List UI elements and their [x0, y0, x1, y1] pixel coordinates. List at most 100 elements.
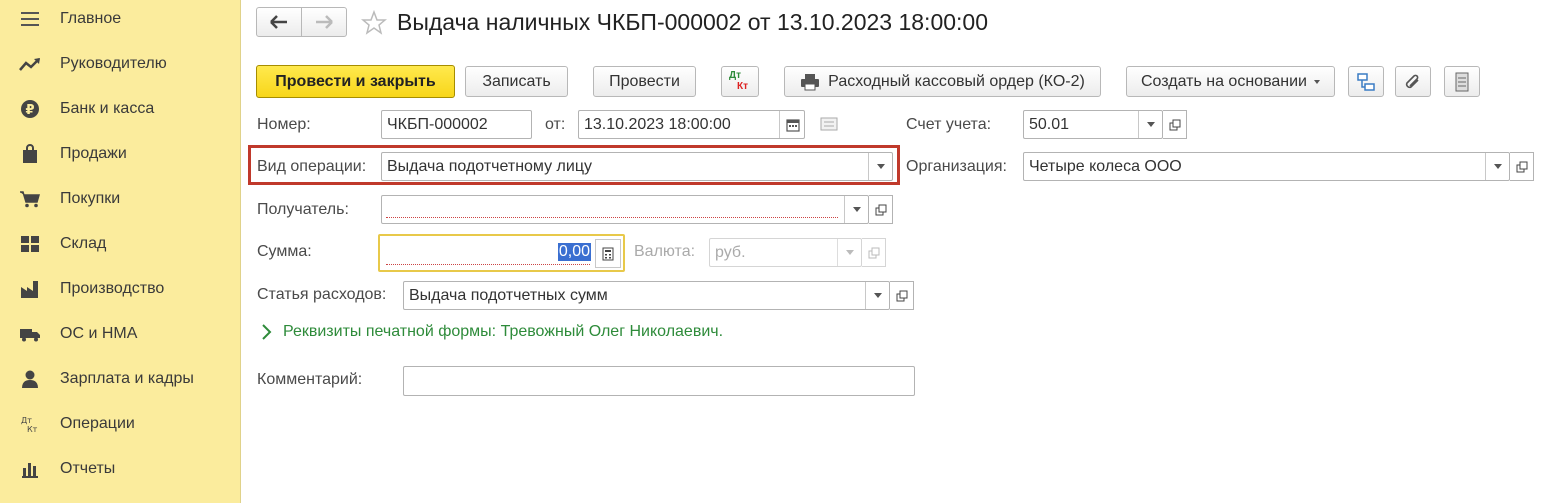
ruble-coin-icon: ₽ — [18, 98, 42, 120]
sidebar-item-salary[interactable]: Зарплата и кадры — [0, 364, 240, 394]
create-based-on-button[interactable]: Создать на основании — [1126, 66, 1335, 97]
shopping-bag-icon — [18, 143, 42, 165]
dropdown-arrow-icon — [846, 250, 854, 255]
currency-label: Валюта: — [634, 243, 696, 260]
sidebar-item-operations[interactable]: Дт Кт Операции — [0, 409, 240, 439]
open-icon — [868, 247, 879, 258]
print-details-expander[interactable]: Реквизиты печатной формы: Тревожный Олег… — [260, 323, 723, 341]
sidebar-item-label: Продажи — [60, 145, 127, 162]
dropdown-arrow-icon — [853, 207, 861, 212]
open-icon — [1169, 119, 1180, 130]
dt-kt-icon: Дт Кт — [728, 70, 752, 94]
organization-label: Организация: — [906, 158, 1007, 175]
arrow-right-icon — [316, 15, 333, 29]
print-ko2-button[interactable]: Расходный кассовый ордер (КО-2) — [784, 66, 1101, 97]
currency-open-button — [862, 238, 886, 267]
recipient-open-button[interactable] — [869, 195, 893, 224]
comment-label: Комментарий: — [257, 371, 363, 388]
sum-value: 0,00 — [557, 243, 591, 261]
expense-value: Выдача подотчетных сумм — [409, 287, 608, 304]
currency-value: руб. — [715, 244, 746, 261]
kt-label: Кт — [737, 80, 749, 92]
open-icon — [1516, 161, 1527, 172]
sidebar-item-label: ОС и НМА — [60, 325, 138, 342]
attach-files-button[interactable] — [1395, 66, 1431, 97]
organization-field[interactable]: Четыре колеса ООО — [1023, 152, 1510, 181]
dropdown-arrow-icon — [874, 293, 882, 298]
organization-value: Четыре колеса ООО — [1029, 158, 1182, 175]
forward-button[interactable] — [301, 7, 347, 37]
dt-kt-movements-button[interactable]: Дт Кт — [721, 66, 759, 97]
sidebar-item-label: Банк и касса — [60, 100, 155, 117]
recipient-dropdown[interactable] — [844, 196, 869, 223]
dropdown-arrow-icon — [1147, 122, 1155, 127]
sidebar-item-label: Операции — [60, 415, 135, 432]
open-icon — [896, 290, 907, 301]
back-button[interactable] — [256, 7, 302, 37]
operation-dropdown[interactable] — [868, 153, 893, 180]
sidebar-item-warehouse[interactable]: Склад — [0, 229, 240, 259]
account-field[interactable]: 50.01 — [1023, 110, 1163, 139]
sum-input[interactable]: 0,00 — [383, 238, 621, 268]
required-underline — [386, 217, 838, 218]
page-title: Выдача наличных ЧКБП-000002 от 13.10.202… — [397, 9, 989, 35]
sidebar-item-assets[interactable]: ОС и НМА — [0, 319, 240, 349]
expense-open-button[interactable] — [890, 281, 914, 310]
post-and-close-button[interactable]: Провести и закрыть — [256, 65, 455, 98]
sidebar-item-label: Производство — [60, 280, 165, 297]
sidebar: Главное Руководителю ₽ Банк и касса Прод… — [0, 0, 241, 503]
chevron-right-icon — [262, 324, 272, 340]
account-open-button[interactable] — [1163, 110, 1187, 139]
sidebar-item-main[interactable]: Главное — [0, 4, 240, 34]
number-field[interactable]: ЧКБП-000002 — [381, 110, 532, 139]
organization-open-button[interactable] — [1510, 152, 1534, 181]
shopping-cart-icon — [18, 188, 42, 210]
date-field[interactable]: 13.10.2023 18:00:00 — [578, 110, 805, 139]
arrow-left-icon — [270, 15, 287, 29]
dt-label: Дт — [729, 69, 742, 81]
sidebar-item-bank[interactable]: ₽ Банк и касса — [0, 94, 240, 124]
structure-button[interactable] — [1348, 66, 1384, 97]
currency-field: руб. — [709, 238, 862, 267]
calculator-icon[interactable] — [595, 239, 621, 268]
expense-field[interactable]: Выдача подотчетных сумм — [403, 281, 890, 310]
recipient-field[interactable] — [381, 195, 869, 224]
sidebar-item-sales[interactable]: Продажи — [0, 139, 240, 169]
organization-dropdown[interactable] — [1485, 153, 1510, 180]
calendar-icon[interactable] — [779, 111, 805, 138]
number-label: Номер: — [257, 116, 311, 133]
sidebar-item-label: Главное — [60, 10, 122, 27]
account-dropdown[interactable] — [1138, 111, 1163, 138]
sidebar-item-label: Руководителю — [60, 55, 167, 72]
create-based-label: Создать на основании — [1141, 72, 1307, 90]
chevron-down-icon — [1314, 79, 1320, 84]
post-button[interactable]: Провести — [593, 66, 696, 97]
operation-value: Выдача подотчетному лицу — [387, 158, 592, 175]
operation-label: Вид операции: — [257, 158, 367, 175]
account-label: Счет учета: — [906, 116, 992, 133]
svg-text:₽: ₽ — [25, 103, 34, 118]
print-details-link: Реквизиты печатной формы: Тревожный Олег… — [283, 323, 724, 340]
save-button[interactable]: Записать — [465, 66, 568, 97]
operation-select[interactable]: Выдача подотчетному лицу — [381, 152, 893, 181]
sidebar-item-manager[interactable]: Руководителю — [0, 49, 240, 79]
recipient-label: Получатель: — [257, 201, 349, 218]
sidebar-item-purchases[interactable]: Покупки — [0, 184, 240, 214]
more-actions-button[interactable] — [1444, 66, 1480, 97]
sidebar-item-reports[interactable]: Отчеты — [0, 454, 240, 484]
history-icon[interactable] — [820, 117, 838, 136]
favorite-star-icon[interactable] — [360, 9, 388, 36]
expense-dropdown[interactable] — [865, 282, 890, 309]
sum-label: Сумма: — [257, 243, 312, 260]
bar-chart-icon — [18, 458, 42, 480]
menu-lines-icon — [18, 8, 42, 30]
currency-dropdown — [837, 239, 862, 266]
sidebar-item-production[interactable]: Производство — [0, 274, 240, 304]
sidebar-item-label: Зарплата и кадры — [60, 370, 194, 387]
printer-icon — [801, 73, 820, 90]
comment-field[interactable] — [403, 366, 915, 396]
required-underline — [386, 264, 590, 265]
dropdown-arrow-icon — [877, 164, 885, 169]
svg-text:Кт: Кт — [27, 425, 38, 434]
trend-up-icon — [18, 53, 42, 75]
